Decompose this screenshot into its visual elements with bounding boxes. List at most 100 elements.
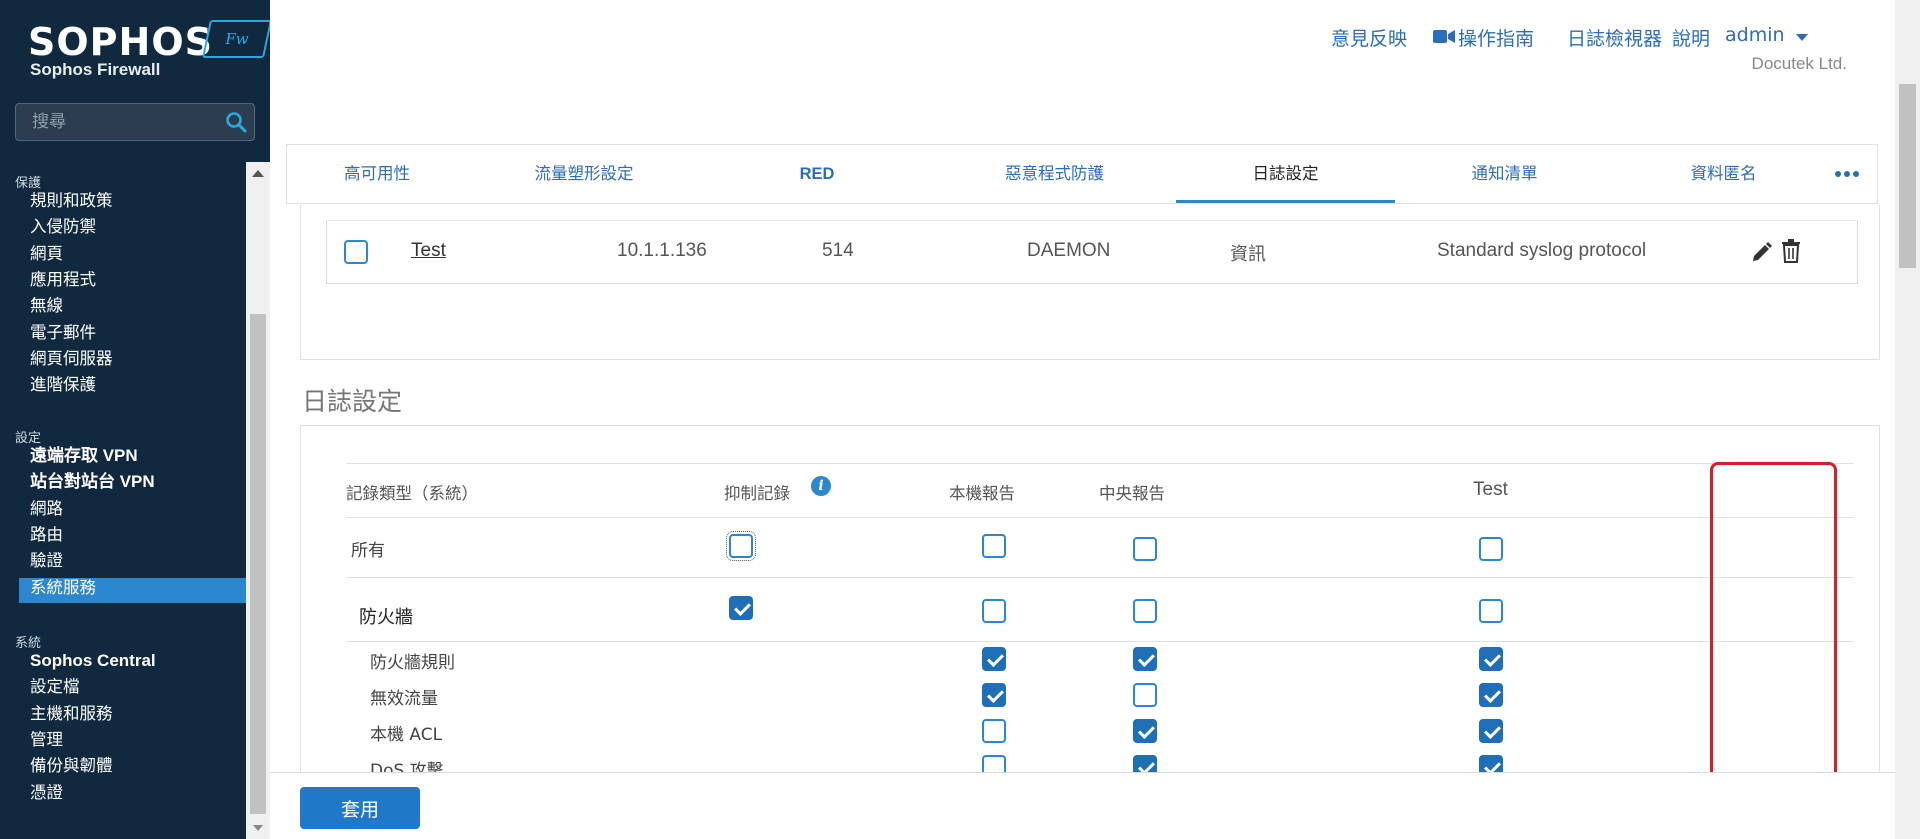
syslog-server-port: 514	[822, 240, 854, 261]
sidebar-item-email[interactable]: 電子郵件	[30, 320, 96, 346]
tab-notification-list[interactable]: 通知清單	[1395, 145, 1614, 203]
firewall-rules-central-checkbox[interactable]	[1133, 647, 1157, 671]
logo-wordmark: SOPHOS	[28, 20, 213, 64]
info-icon[interactable]: i	[811, 476, 831, 496]
all-suppress-checkbox[interactable]	[726, 531, 756, 561]
syslog-server-name-link[interactable]: Test	[411, 240, 446, 262]
navigation-menu: 保護 規則和政策 入侵防禦 網頁 應用程式 無線 電子郵件 網頁伺服器 進階保護…	[0, 162, 246, 839]
invalid-traffic-central-checkbox[interactable]	[1133, 683, 1157, 707]
feedback-link[interactable]: 意見反映	[1331, 24, 1407, 51]
col-header-suppress: 抑制記錄	[724, 484, 790, 503]
logo-subtitle: Sophos Firewall	[30, 60, 161, 79]
all-test-checkbox[interactable]	[1479, 537, 1503, 561]
sidebar-item-advanced-protection[interactable]: 進階保護	[30, 372, 96, 398]
local-acl-central-checkbox[interactable]	[1133, 719, 1157, 743]
sophos-logo[interactable]: SOPHOS Fw Sophos Firewall	[28, 20, 273, 82]
sidebar-item-applications[interactable]: 應用程式	[30, 267, 96, 293]
sidebar-item-network[interactable]: 網路	[30, 496, 63, 522]
sidebar-item-remote-vpn[interactable]: 遠端存取 VPN	[30, 443, 138, 469]
tab-malware-protection[interactable]: 惡意程式防護	[933, 145, 1176, 203]
row-label-firewall-rules: 防火牆規則	[370, 653, 455, 673]
sidebar-item-rules-policies[interactable]: 規則和政策	[30, 188, 113, 214]
active-tab-indicator	[1176, 200, 1395, 203]
company-name: Docutek Ltd.	[1751, 54, 1847, 73]
invalid-traffic-local-checkbox[interactable]	[982, 683, 1006, 707]
sidebar-item-routing[interactable]: 路由	[30, 522, 63, 548]
row-label-invalid-traffic: 無效流量	[370, 689, 438, 709]
firewall-badge-icon: Fw	[201, 20, 273, 58]
table-row: Test 10.1.1.136 514 DAEMON 資訊 Standard s…	[326, 220, 1858, 284]
table-divider	[346, 463, 1854, 464]
sidebar: SOPHOS Fw Sophos Firewall 保護 規則和政策 入侵防禦 …	[0, 0, 273, 839]
row-label-local-acl: 本機 ACL	[370, 725, 443, 745]
log-settings-section-title: 日誌設定	[302, 387, 403, 416]
table-divider	[346, 577, 1854, 578]
main-scrollbar[interactable]	[1895, 0, 1920, 839]
sidebar-item-authentication[interactable]: 驗證	[30, 548, 63, 574]
sidebar-item-web[interactable]: 網頁	[30, 241, 63, 267]
sidebar-item-backup-firmware[interactable]: 備份與韌體	[30, 753, 113, 779]
local-acl-local-checkbox[interactable]	[982, 719, 1006, 743]
admin-menu[interactable]: admin	[1725, 24, 1785, 46]
sidebar-item-hosts-services[interactable]: 主機和服務	[30, 701, 113, 727]
syslog-server-format: Standard syslog protocol	[1437, 240, 1647, 261]
invalid-traffic-test-checkbox[interactable]	[1479, 683, 1503, 707]
tab-data-anonymization[interactable]: 資料匿名	[1614, 145, 1833, 203]
row-label-all: 所有	[351, 541, 385, 561]
footer-bar: 套用	[270, 772, 1895, 839]
sidebar-item-intrusion-prevention[interactable]: 入侵防禦	[30, 214, 96, 240]
log-viewer-link[interactable]: 日誌檢視器	[1567, 24, 1662, 51]
sidebar-scrollbar[interactable]	[246, 162, 270, 839]
help-link[interactable]: 說明	[1672, 24, 1710, 51]
main-content: 意見反映 操作指南 日誌檢視器 說明 admin Docutek Ltd. 高可…	[270, 0, 1895, 839]
syslog-server-facility: DAEMON	[1027, 240, 1111, 261]
sidebar-item-sophos-central[interactable]: Sophos Central	[30, 648, 156, 674]
apply-button[interactable]: 套用	[300, 787, 420, 829]
delete-trash-icon[interactable]	[1781, 239, 1801, 263]
col-header-test: Test	[1473, 479, 1508, 500]
firewall-central-checkbox[interactable]	[1133, 599, 1157, 623]
tab-bar: 高可用性 流量塑形設定 RED 惡意程式防護 日誌設定 通知清單 資料匿名	[286, 144, 1878, 204]
tab-red[interactable]: RED	[701, 145, 933, 203]
video-camera-icon[interactable]	[1433, 29, 1455, 44]
sidebar-scroll-thumb[interactable]	[250, 314, 266, 814]
chevron-down-icon[interactable]	[1796, 34, 1808, 41]
firewall-test-checkbox[interactable]	[1479, 599, 1503, 623]
search-icon[interactable]	[224, 110, 248, 134]
sidebar-item-web-server[interactable]: 網頁伺服器	[30, 346, 113, 372]
all-local-checkbox[interactable]	[982, 534, 1006, 558]
header-links: 意見反映 操作指南 日誌檢視器 說明 admin	[1331, 24, 1851, 50]
syslog-server-severity: 資訊	[1230, 244, 1266, 265]
more-dots-icon[interactable]	[1835, 171, 1859, 177]
col-header-local-report: 本機報告	[949, 484, 1015, 503]
scroll-down-arrow-icon[interactable]	[253, 825, 263, 831]
tab-high-availability[interactable]: 高可用性	[287, 145, 467, 203]
row-select-checkbox[interactable]	[344, 240, 368, 264]
search-input[interactable]	[16, 104, 216, 140]
tab-log-settings[interactable]: 日誌設定	[1176, 145, 1395, 203]
sidebar-item-profiles[interactable]: 設定檔	[30, 674, 80, 700]
tab-traffic-shaping[interactable]: 流量塑形設定	[467, 145, 701, 203]
firewall-rules-test-checkbox[interactable]	[1479, 647, 1503, 671]
search-box	[15, 103, 255, 141]
col-header-central-report: 中央報告	[1099, 484, 1165, 503]
firewall-local-checkbox[interactable]	[982, 599, 1006, 623]
sidebar-item-site-vpn[interactable]: 站台對站台 VPN	[30, 469, 155, 495]
table-divider	[346, 517, 1854, 518]
table-divider	[346, 641, 1854, 642]
local-acl-test-checkbox[interactable]	[1479, 719, 1503, 743]
main-scroll-thumb[interactable]	[1899, 84, 1916, 268]
syslog-server-ip: 10.1.1.136	[617, 240, 707, 261]
sidebar-item-certificates[interactable]: 憑證	[30, 780, 63, 806]
edit-pencil-icon[interactable]	[1751, 241, 1773, 263]
sidebar-item-administration[interactable]: 管理	[30, 727, 63, 753]
scroll-up-arrow-icon[interactable]	[252, 170, 264, 177]
how-to-guides-link[interactable]: 操作指南	[1458, 24, 1534, 51]
firewall-rules-local-checkbox[interactable]	[982, 647, 1006, 671]
col-header-log-type: 記錄類型（系統）	[346, 484, 478, 503]
sidebar-item-system-services[interactable]: 系統服務	[30, 575, 96, 601]
row-label-firewall: 防火牆	[359, 607, 413, 628]
all-central-checkbox[interactable]	[1133, 537, 1157, 561]
firewall-suppress-checkbox[interactable]	[729, 596, 753, 620]
sidebar-item-wireless[interactable]: 無線	[30, 293, 63, 319]
